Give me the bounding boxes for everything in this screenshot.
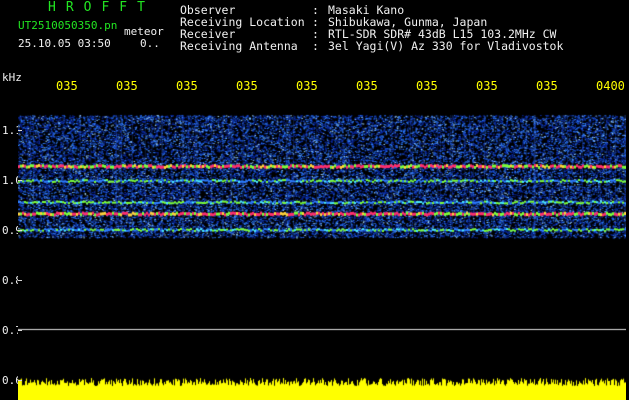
time-tick: 035 <box>356 79 378 93</box>
time-tick: 035 <box>176 79 198 93</box>
date-time: 25.10.05 03:50 <box>18 37 111 50</box>
time-tick: 035 <box>116 79 138 93</box>
antenna-value: 3el Yagi(V) Az 330 for Vladivostok <box>328 39 564 53</box>
freq-tickmark <box>18 280 22 281</box>
time-tick: 0400 <box>596 79 625 93</box>
file-name: UT2510050350.pn <box>18 19 118 32</box>
antenna-colon: : <box>312 39 319 53</box>
antenna-key: Receiving Antenna <box>180 39 298 53</box>
hrofft-window: HROFFT UT2510050350.pn meteor 25.10.05 0… <box>0 0 629 400</box>
small-value: 0.. <box>140 37 160 50</box>
time-tick: 035 <box>476 79 498 93</box>
freq-tickmark <box>18 130 22 131</box>
freq-tickmark <box>18 180 22 181</box>
axis-unit-label: kHz <box>2 71 22 84</box>
freq-tickmark <box>18 380 22 381</box>
time-tick: 035 <box>56 79 78 93</box>
freq-tickmark <box>18 230 22 231</box>
spectrogram-canvas <box>18 100 626 400</box>
app-title: HROFFT <box>48 0 155 15</box>
time-tick: 035 <box>536 79 558 93</box>
time-tick: 035 <box>296 79 318 93</box>
time-tick: 035 <box>236 79 258 93</box>
freq-tickmark <box>18 330 22 331</box>
time-tick: 035 <box>416 79 438 93</box>
